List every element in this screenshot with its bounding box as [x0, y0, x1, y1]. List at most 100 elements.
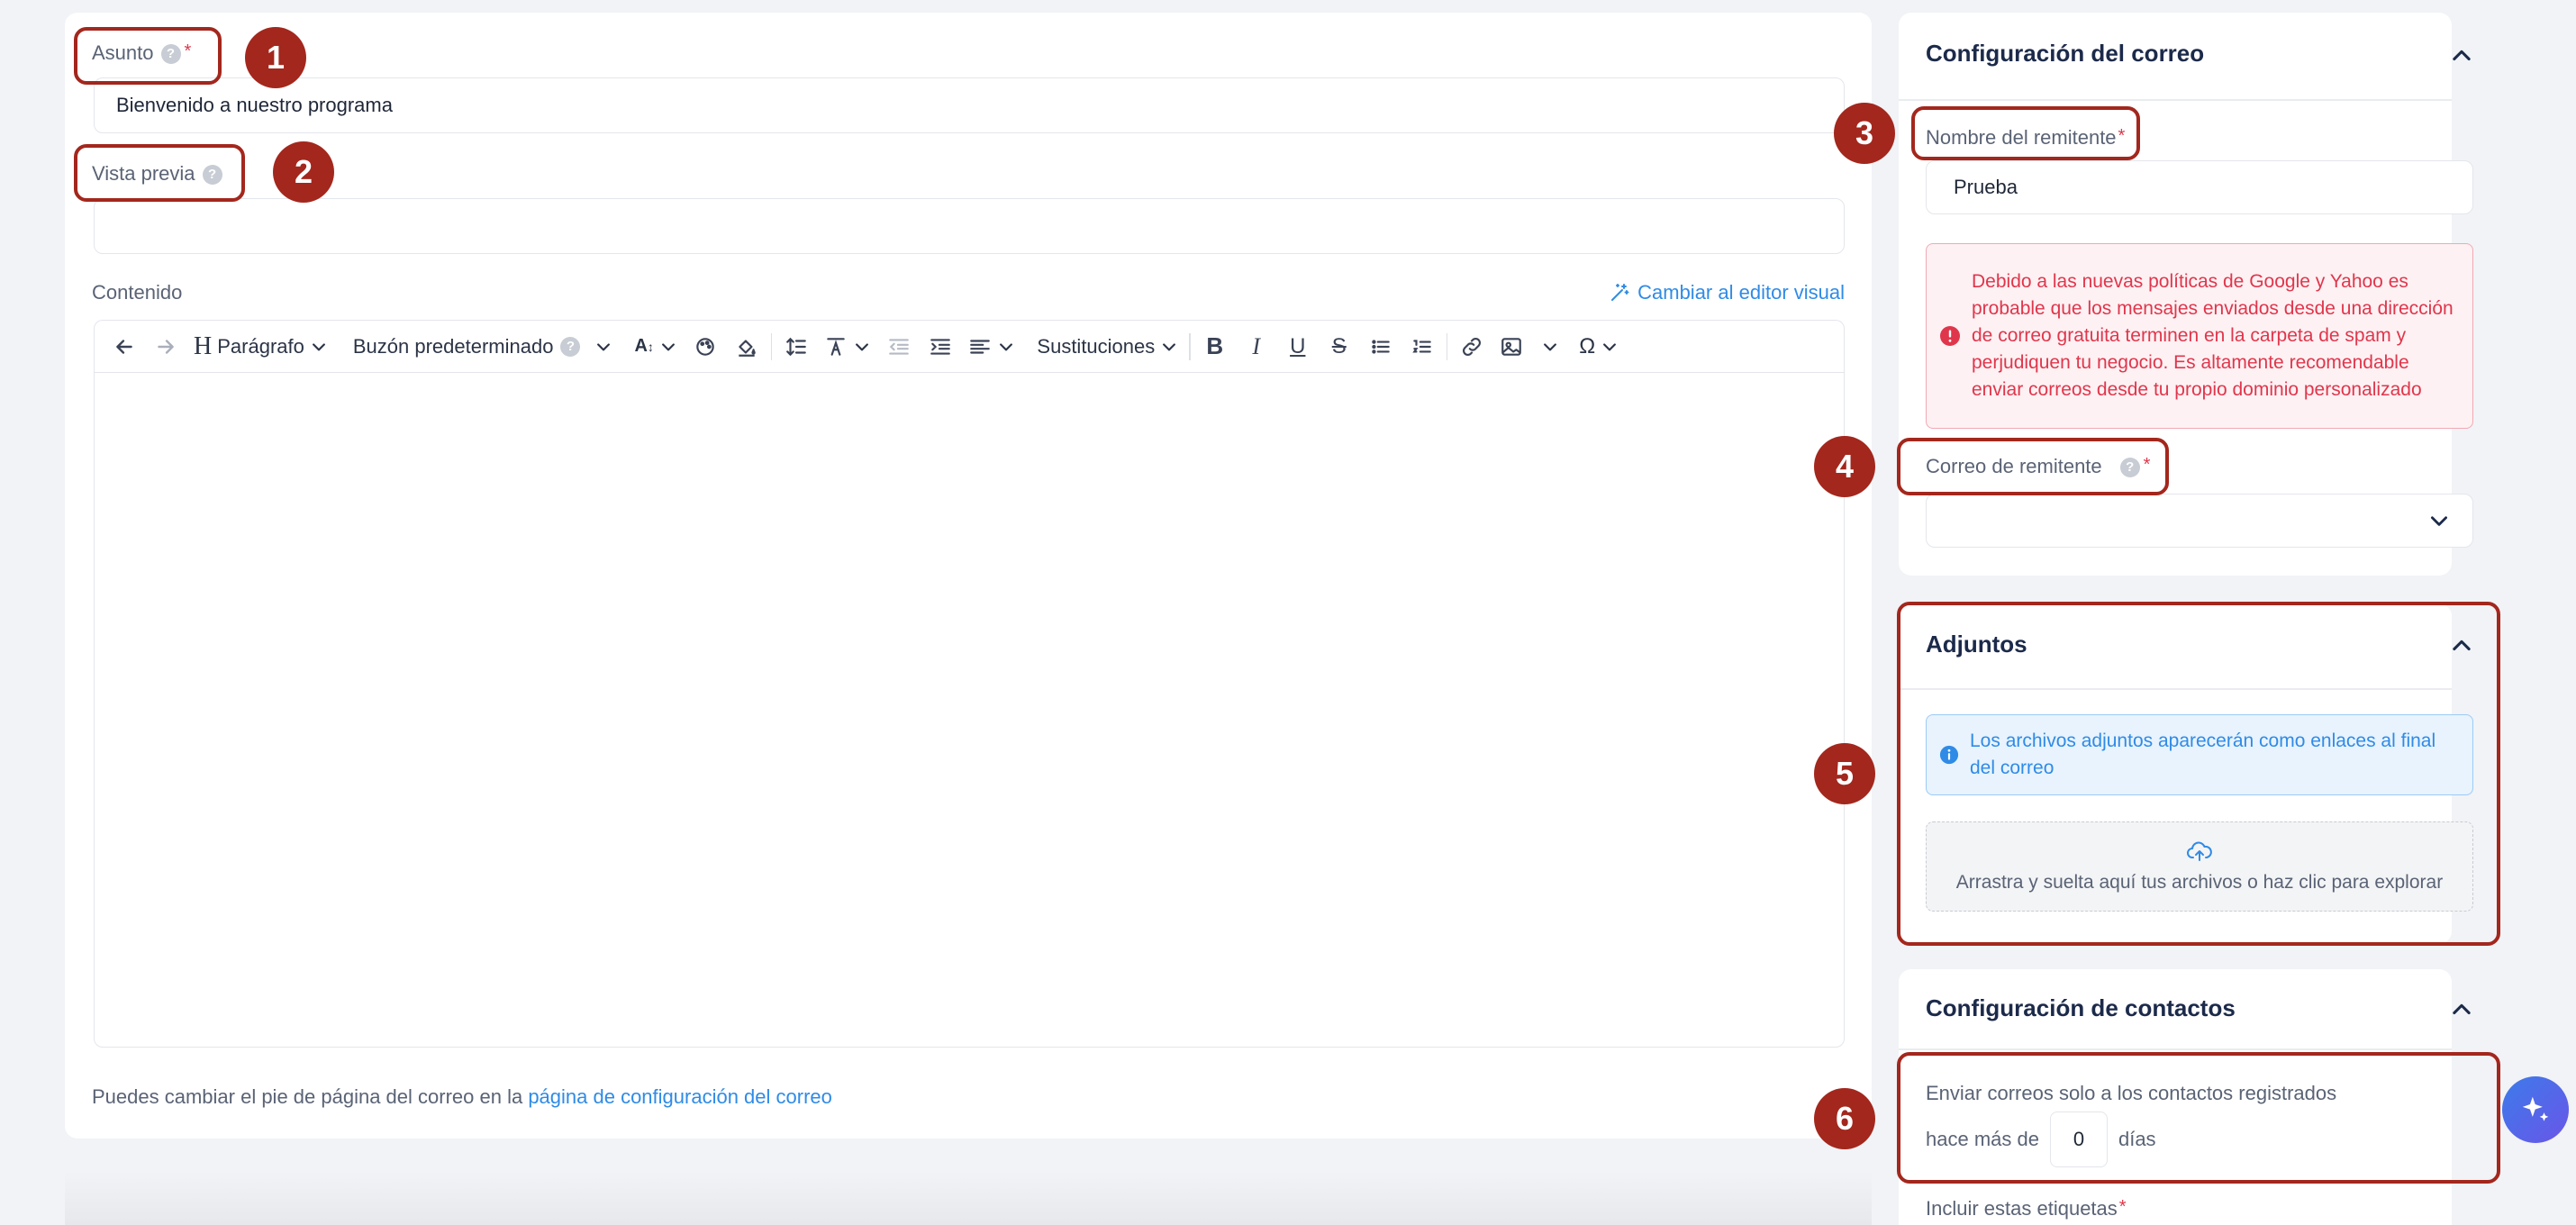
email-settings-link[interactable]: página de configuración del correo [528, 1085, 832, 1108]
contacts-config-title: Configuración de contactos [1926, 994, 2236, 1021]
required-marker: * [2118, 1197, 2127, 1217]
bold-icon: B [1206, 332, 1224, 359]
annotation-box-sender-name [1911, 106, 2140, 160]
paragraph-label: Parágrafo [217, 334, 304, 358]
bold-button[interactable]: B [1194, 324, 1236, 369]
chevron-up-icon[interactable] [2449, 997, 2474, 1022]
paragraph-dropdown[interactable]: H Parágrafo [186, 324, 335, 369]
sender-email-select[interactable] [1926, 494, 2473, 548]
help-icon[interactable]: ? [560, 336, 581, 357]
sender-name-value: Prueba [1954, 176, 2018, 198]
preview-input[interactable] [94, 198, 1845, 254]
chevron-down-icon [312, 342, 325, 350]
strikethrough-button[interactable]: S [1319, 324, 1360, 369]
annotation-box-sender-email [1897, 438, 2169, 495]
arrow-left-icon [116, 339, 132, 354]
image-dropdown[interactable] [1492, 324, 1566, 369]
paint-bucket-icon [739, 339, 756, 357]
toolbar-separator [770, 332, 773, 360]
annotation-badge-3: 3 [1834, 103, 1895, 164]
link-button[interactable] [1451, 324, 1492, 369]
numbered-list-button[interactable] [1401, 324, 1443, 369]
text-style-icon [827, 337, 846, 356]
redo-button[interactable] [145, 324, 186, 369]
image-icon [1501, 337, 1522, 356]
mailbox-label: Buzón predeterminado [352, 334, 554, 358]
chevron-down-icon [856, 342, 869, 350]
subject-input[interactable]: Bienvenido a nuestro programa [94, 77, 1845, 133]
line-height-button[interactable] [776, 324, 817, 369]
footer-note: Puedes cambiar el pie de página del corr… [92, 1085, 832, 1109]
sender-name-input[interactable]: Prueba [1926, 160, 2473, 214]
outdent-icon [889, 338, 910, 355]
italic-icon: I [1252, 332, 1261, 359]
align-left-icon [970, 339, 991, 354]
subject-input-value: Bienvenido a nuestro programa [116, 94, 393, 116]
bullet-list-icon [1372, 339, 1390, 354]
annotation-box-contacts [1897, 1052, 2500, 1184]
substitutions-label: Sustituciones [1037, 334, 1156, 358]
switch-editor-link[interactable]: Cambiar al editor visual [1609, 281, 1845, 304]
special-char-dropdown[interactable]: Ω [1572, 324, 1626, 369]
content-label: Contenido [92, 281, 183, 304]
ai-assistant-button[interactable] [2502, 1076, 2569, 1143]
error-icon [1940, 326, 1960, 346]
annotation-box-subject [74, 27, 222, 85]
annotation-badge-1: 1 [245, 27, 306, 88]
substitutions-dropdown[interactable]: Sustituciones [1029, 324, 1185, 369]
chevron-down-icon [1544, 342, 1557, 350]
email-config-title: Configuración del correo [1926, 40, 2205, 67]
bottom-shade [65, 1171, 1872, 1225]
annotation-box-preview [74, 144, 245, 202]
underline-button[interactable]: U [1277, 324, 1319, 369]
spam-warning-text: Debido a las nuevas políticas de Google … [1972, 271, 2454, 400]
annotation-box-attachments [1897, 602, 2500, 946]
numbered-list-icon [1412, 339, 1431, 352]
highlight-button[interactable] [726, 324, 767, 369]
arrow-right-icon [158, 339, 174, 354]
font-size-dropdown[interactable]: A↕ [627, 324, 684, 369]
indent-icon [930, 338, 951, 355]
chevron-down-icon [597, 342, 611, 350]
text-style-dropdown[interactable] [817, 324, 878, 369]
spam-warning: Debido a las nuevas políticas de Google … [1926, 243, 2473, 429]
toolbar-separator [1446, 332, 1448, 360]
omega-icon: Ω [1579, 333, 1596, 358]
italic-button[interactable]: I [1236, 324, 1277, 369]
indent-button[interactable] [920, 324, 961, 369]
annotation-badge-2: 2 [273, 141, 334, 203]
link-icon [1463, 337, 1482, 356]
tags-label-text: Incluir estas etiquetas [1926, 1197, 2118, 1220]
chevron-down-icon [1603, 342, 1617, 350]
content-editor-area[interactable] [94, 372, 1845, 1048]
magic-wand-icon [1611, 284, 1629, 301]
line-height-icon [786, 337, 807, 356]
sparkle-icon [2522, 1096, 2549, 1121]
outdent-button[interactable] [878, 324, 920, 369]
strikethrough-icon: S [1331, 333, 1347, 358]
annotation-badge-5: 5 [1814, 743, 1875, 804]
footer-note-text: Puedes cambiar el pie de página del corr… [92, 1085, 529, 1108]
annotation-badge-6: 6 [1814, 1088, 1875, 1149]
mailbox-dropdown[interactable]: Buzón predeterminado ? [346, 324, 621, 369]
underline-icon: U [1290, 333, 1306, 358]
chevron-down-icon [2431, 516, 2447, 526]
chevron-up-icon[interactable] [2449, 43, 2474, 68]
chevron-down-icon [1000, 342, 1013, 350]
undo-button[interactable] [104, 324, 145, 369]
editor-toolbar: H Parágrafo Buzón predeterminado ? A↕ Su… [94, 320, 1845, 372]
section-divider [1899, 99, 2452, 101]
text-color-button[interactable] [685, 324, 726, 369]
tags-label: Incluir estas etiquetas * [1926, 1197, 2127, 1220]
font-size-icon: A↕ [634, 336, 654, 356]
chevron-down-icon [1163, 342, 1176, 350]
chevron-down-icon [661, 342, 675, 350]
bullet-list-button[interactable] [1360, 324, 1401, 369]
heading-icon: H [194, 331, 213, 360]
section-divider [1899, 1048, 2452, 1050]
switch-editor-text: Cambiar al editor visual [1637, 281, 1845, 304]
palette-icon [696, 337, 714, 356]
toolbar-separator [1189, 332, 1191, 360]
annotation-badge-4: 4 [1814, 436, 1875, 497]
align-dropdown[interactable] [961, 324, 1022, 369]
